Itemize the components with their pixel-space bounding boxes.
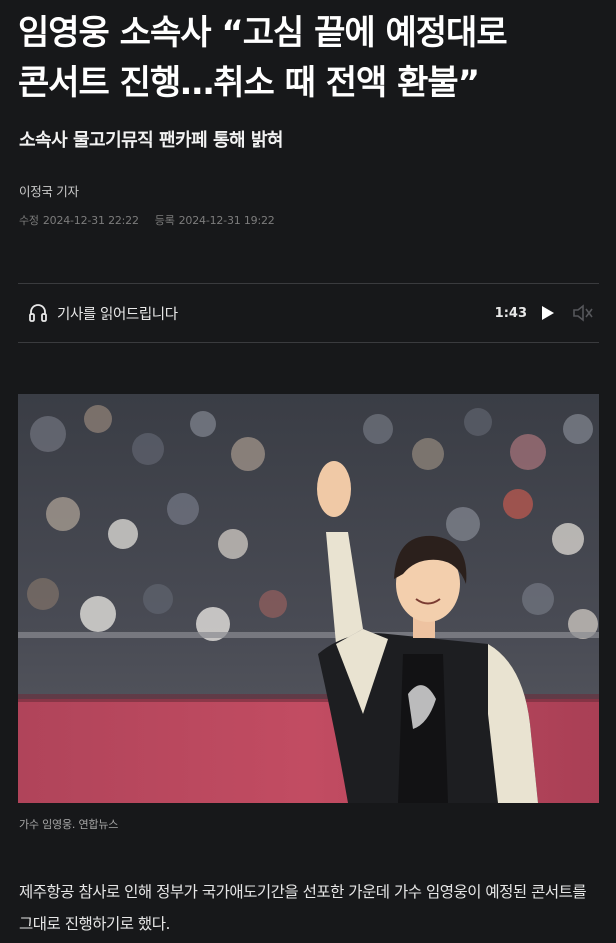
audio-duration: 1:43 — [494, 305, 527, 321]
registered-date-group: 등록 2024-12-31 19:22 — [155, 212, 275, 228]
play-button[interactable] — [539, 304, 557, 322]
headphones-icon — [27, 302, 49, 324]
play-icon — [542, 306, 554, 320]
volume-icon — [573, 304, 593, 322]
audio-label: 기사를 읽어드립니다 — [57, 306, 178, 323]
registered-date: 2024-12-31 19:22 — [178, 214, 275, 227]
headline-line-2: 콘서트 진행…취소 때 전액 환불” — [18, 63, 480, 103]
headline-line-1: 임영웅 소속사 “고심 끝에 예정대로 — [18, 13, 508, 53]
audio-divider-bottom — [18, 342, 599, 343]
article-byline[interactable]: 이정국 기자 — [19, 181, 79, 200]
article-photo[interactable] — [18, 394, 599, 803]
article-body-paragraph: 제주항공 참사로 인해 정부가 국가애도기간을 선포한 가운데 가수 임영웅이 … — [19, 883, 587, 933]
audio-player: 기사를 읽어드립니다 1:43 — [18, 284, 599, 342]
modified-date-group: 수정 2024-12-31 22:22 — [19, 212, 139, 228]
photo-caption: 가수 임영웅. 연합뉴스 — [19, 818, 119, 831]
article-headline: 임영웅 소속사 “고심 끝에 예정대로 콘서트 진행…취소 때 전액 환불” — [18, 8, 608, 108]
registered-label: 등록 — [154, 214, 175, 227]
article-subtitle: 소속사 물고기뮤직 팬카페 통해 밝혀 — [19, 130, 283, 151]
modified-label: 수정 — [19, 214, 39, 227]
article-page: 임영웅 소속사 “고심 끝에 예정대로 콘서트 진행…취소 때 전액 환불” 소… — [0, 0, 616, 943]
modified-date: 2024-12-31 22:22 — [42, 214, 139, 227]
singer-photo-illustration — [18, 394, 599, 803]
volume-button[interactable] — [571, 303, 597, 323]
article-dates: 수정 2024-12-31 22:22 등록 2024-12-31 19:22 — [19, 212, 275, 228]
